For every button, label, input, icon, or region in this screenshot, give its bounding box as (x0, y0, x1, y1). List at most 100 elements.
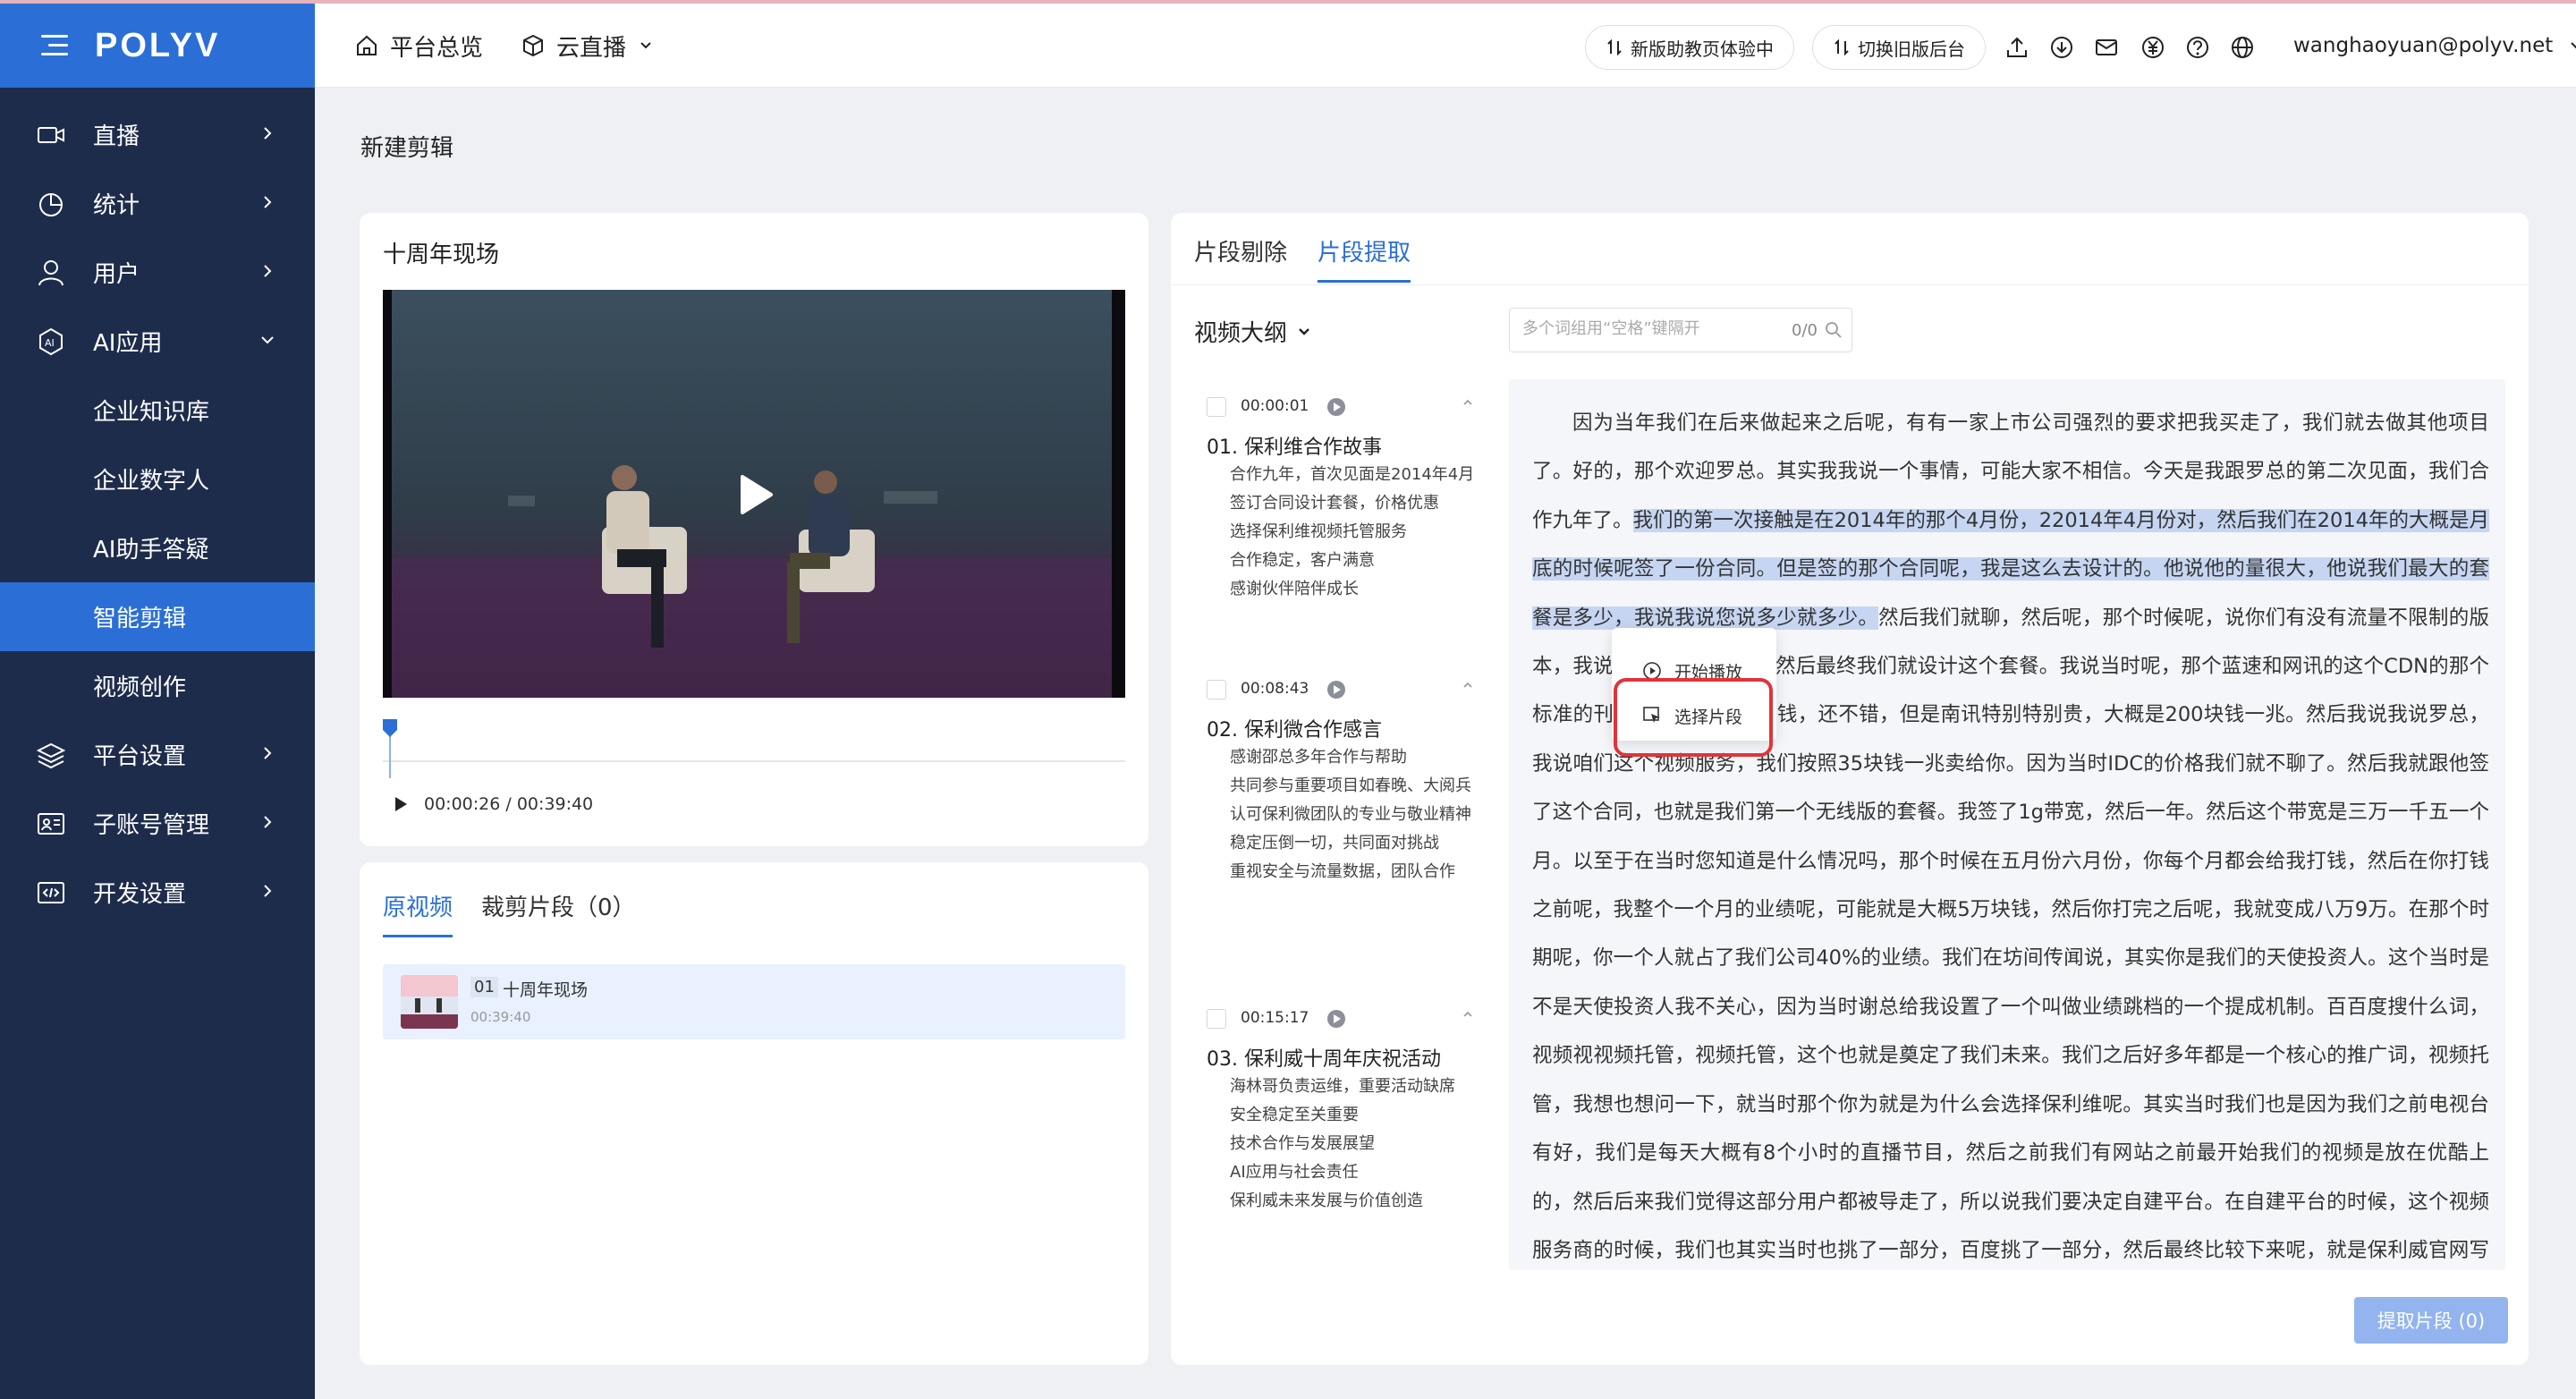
chapter-time: 00:00:01 (1241, 397, 1309, 415)
chapter-checkbox[interactable] (1207, 397, 1226, 417)
chapter-time: 00:15:17 (1241, 1009, 1309, 1027)
tab-segment-extract[interactable]: 片段提取 (1318, 234, 1411, 283)
sidebar-item-statistics[interactable]: 统计 (0, 169, 315, 238)
layers-icon (36, 740, 66, 770)
upload-icon[interactable] (2004, 34, 2030, 61)
chapter-checkbox[interactable] (1207, 680, 1226, 700)
sidebar-item-label: 直播 (93, 123, 140, 150)
sidebar-item-platform-settings[interactable]: 平台设置 (0, 720, 315, 789)
search-icon[interactable] (1825, 321, 1843, 339)
clip-thumbnail (401, 975, 458, 1029)
chapter-point: 保利威未来发展与价值创造 (1230, 1191, 1423, 1210)
transcript-text[interactable]: 因为当年我们在后来做起来之后呢，有有一家上市公司强烈的要求把我买走了，我们就去做… (1532, 399, 2489, 1270)
chapter-point: 感谢邵总多年合作与帮助 (1230, 748, 1407, 767)
sidebar-item-label: 平台设置 (93, 743, 187, 770)
sidebar-item-subaccounts[interactable]: 子账号管理 (0, 789, 315, 858)
clip-editor-card: 片段剔除 片段提取 视频大纲 0/0 00:00:01 01. 保利维合作故事 … (1171, 213, 2529, 1365)
timeline-track (383, 760, 1125, 762)
play-circle-icon[interactable] (1326, 1009, 1346, 1029)
chevron-right-icon (264, 127, 272, 140)
sidebar-nav: 直播 统计 用户 AI AI应用 企业知识库 企业数字人 AI助手答疑 智能剪辑… (0, 100, 315, 927)
logo: POLYV (95, 26, 221, 64)
video-player-card: 十周年现场 00:00:26 / 00:39:40 (360, 213, 1148, 846)
sidebar-item-label: 用户 (93, 261, 140, 288)
extract-segments-button[interactable]: 提取片段 (0) (2354, 1297, 2508, 1344)
switch-icon (1835, 38, 1849, 56)
svg-text:AI: AI (45, 337, 55, 349)
mail-icon[interactable] (2093, 34, 2120, 61)
chapter-header: 00:15:17 (1207, 1005, 1475, 1032)
play-overlay-icon[interactable] (739, 474, 775, 515)
nav-platform-overview[interactable]: 平台总览 (354, 4, 483, 88)
sidebar-item-ai-assistant[interactable]: AI助手答疑 (0, 513, 315, 582)
outline-chapter: 00:00:01 01. 保利维合作故事 合作九年，首次见面是2014年4月 签… (1207, 394, 1475, 606)
new-version-label: 新版助教页体验中 (1631, 38, 1774, 60)
sidebar-item-knowledge-base[interactable]: 企业知识库 (0, 376, 315, 445)
video-timeline[interactable] (383, 714, 1125, 778)
collapse-caret-icon[interactable] (1461, 395, 1475, 410)
switch-old-version-label: 切换旧版后台 (1858, 38, 1965, 60)
chapter-point: 合作稳定，客户满意 (1230, 551, 1375, 570)
chapter-points: 合作九年，首次见面是2014年4月 签订合同设计套餐，价格优惠 选择保利维视频托… (1230, 463, 1475, 601)
outline-dropdown[interactable]: 视频大纲 (1194, 315, 1312, 348)
clip-name: 十周年现场 (503, 980, 589, 1000)
transcript-panel[interactable]: 因为当年我们在后来做起来之后呢，有有一家上市公司强烈的要求把我买走了，我们就去做… (1509, 379, 2505, 1270)
pie-chart-icon (36, 189, 66, 219)
switch-old-version-button[interactable]: 切换旧版后台 (1812, 25, 1986, 70)
sidebar-item-smart-clip[interactable]: 智能剪辑 (0, 582, 315, 651)
globe-icon[interactable] (2229, 34, 2256, 61)
clip-list-item[interactable]: 01 十周年现场 00:39:40 (383, 964, 1125, 1039)
collapse-caret-icon[interactable] (1461, 678, 1475, 692)
chapter-title: 01. 保利维合作故事 (1207, 437, 1382, 459)
timeline-playhead-handle[interactable] (383, 719, 397, 737)
video-title: 十周年现场 (383, 242, 500, 268)
chapter-points: 感谢邵总多年合作与帮助 共同参与重要项目如春晚、大阅兵 认可保利微团队的专业与敬… (1230, 746, 1475, 884)
play-circle-icon[interactable] (1326, 680, 1346, 700)
sidebar-item-users[interactable]: 用户 (0, 238, 315, 307)
play-circle-icon[interactable] (1326, 397, 1346, 417)
chapter-time: 00:08:43 (1241, 680, 1309, 698)
chapter-checkbox[interactable] (1207, 1009, 1226, 1029)
keyword-search-input[interactable] (1522, 319, 1782, 338)
chapter-point: 重视安全与流量数据，团队合作 (1230, 862, 1455, 881)
sidebar-item-label: 开发设置 (93, 881, 187, 908)
download-icon[interactable] (2048, 34, 2075, 61)
collapse-caret-icon[interactable] (1461, 1007, 1475, 1022)
editor-tabs: 片段剔除 片段提取 (1194, 234, 1441, 283)
sidebar-item-digital-human[interactable]: 企业数字人 (0, 445, 315, 513)
sidebar-item-video-creation[interactable]: 视频创作 (0, 651, 315, 720)
tab-original-video[interactable]: 原视频 (383, 889, 453, 937)
logo-bar: POLYV (0, 4, 315, 88)
annotation-highlight-box (1614, 678, 1773, 757)
code-icon (36, 878, 66, 908)
tabs-divider (1171, 284, 2529, 285)
video-camera-icon (36, 120, 66, 150)
id-card-icon (36, 809, 66, 839)
chapter-points: 海林哥负责运维，重要活动缺席 安全稳定至关重要 技术合作与发展展望 AI应用与社… (1230, 1075, 1475, 1213)
currency-icon[interactable] (2140, 34, 2166, 61)
top-header: 平台总览 云直播 新版助教页体验中 切换旧版后台 wanghaoyuan@pol… (315, 4, 2576, 88)
nav-cloud-live[interactable]: 云直播 (521, 4, 664, 88)
chevron-down-icon (1299, 327, 1309, 335)
user-menu[interactable]: wanghaoyuan@polyv.net (2293, 4, 2576, 88)
sidebar-item-label: 智能剪辑 (93, 606, 187, 632)
chevron-right-icon (264, 196, 272, 208)
chapter-point: 共同参与重要项目如春晚、大阅兵 (1230, 776, 1471, 795)
chapter-point: 合作九年，首次见面是2014年4月 (1230, 465, 1475, 484)
sidebar-item-label: 企业知识库 (93, 399, 210, 426)
help-icon[interactable] (2184, 34, 2211, 61)
menu-toggle-icon[interactable] (41, 35, 68, 56)
chapter-point: AI应用与社会责任 (1230, 1163, 1359, 1182)
new-version-button[interactable]: 新版助教页体验中 (1585, 25, 1794, 70)
chevron-right-icon (264, 747, 272, 759)
tab-segment-remove[interactable]: 片段剔除 (1194, 234, 1287, 283)
video-frame[interactable] (383, 290, 1125, 698)
play-icon[interactable] (394, 796, 408, 812)
sidebar-item-ai[interactable]: AI AI应用 (0, 307, 315, 376)
chapter-header: 00:00:01 (1207, 394, 1475, 420)
tab-clipped-segments[interactable]: 裁剪片段（0） (481, 889, 636, 937)
chapter-title: 03. 保利威十周年庆祝活动 (1207, 1048, 1441, 1071)
chapter-point: 认可保利微团队的专业与敬业精神 (1230, 805, 1471, 824)
sidebar-item-developer[interactable]: 开发设置 (0, 858, 315, 927)
sidebar-item-live[interactable]: 直播 (0, 100, 315, 169)
